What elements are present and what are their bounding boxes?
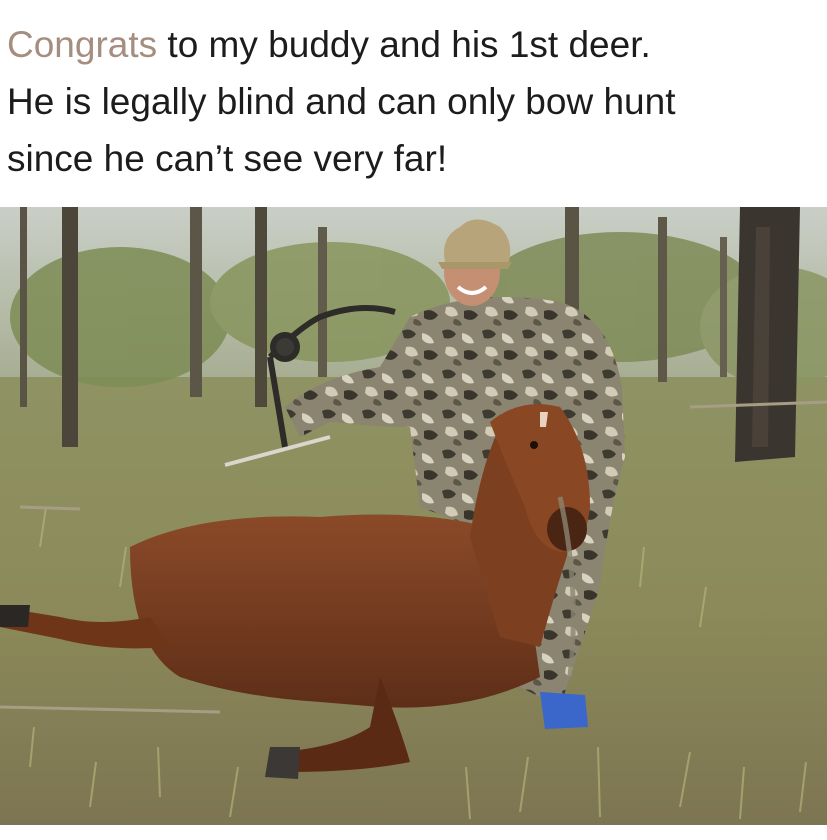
bottom-margin	[0, 825, 827, 840]
hunting-photo	[0, 207, 827, 825]
caption-line-2: He is legally blind and can only bow hun…	[7, 81, 676, 122]
caption-line-1-text: to my buddy and his 1st deer.	[157, 24, 651, 65]
caption-line-3: since he can’t see very far!	[7, 138, 448, 179]
meme-post: Congrats to my buddy and his 1st deer. H…	[0, 0, 827, 840]
caption-highlight: Congrats	[7, 24, 158, 65]
caption-line-1: Congrats to my buddy and his 1st deer.	[7, 16, 822, 73]
photo-illustration	[0, 207, 827, 825]
meme-caption: Congrats to my buddy and his 1st deer. H…	[7, 16, 822, 187]
